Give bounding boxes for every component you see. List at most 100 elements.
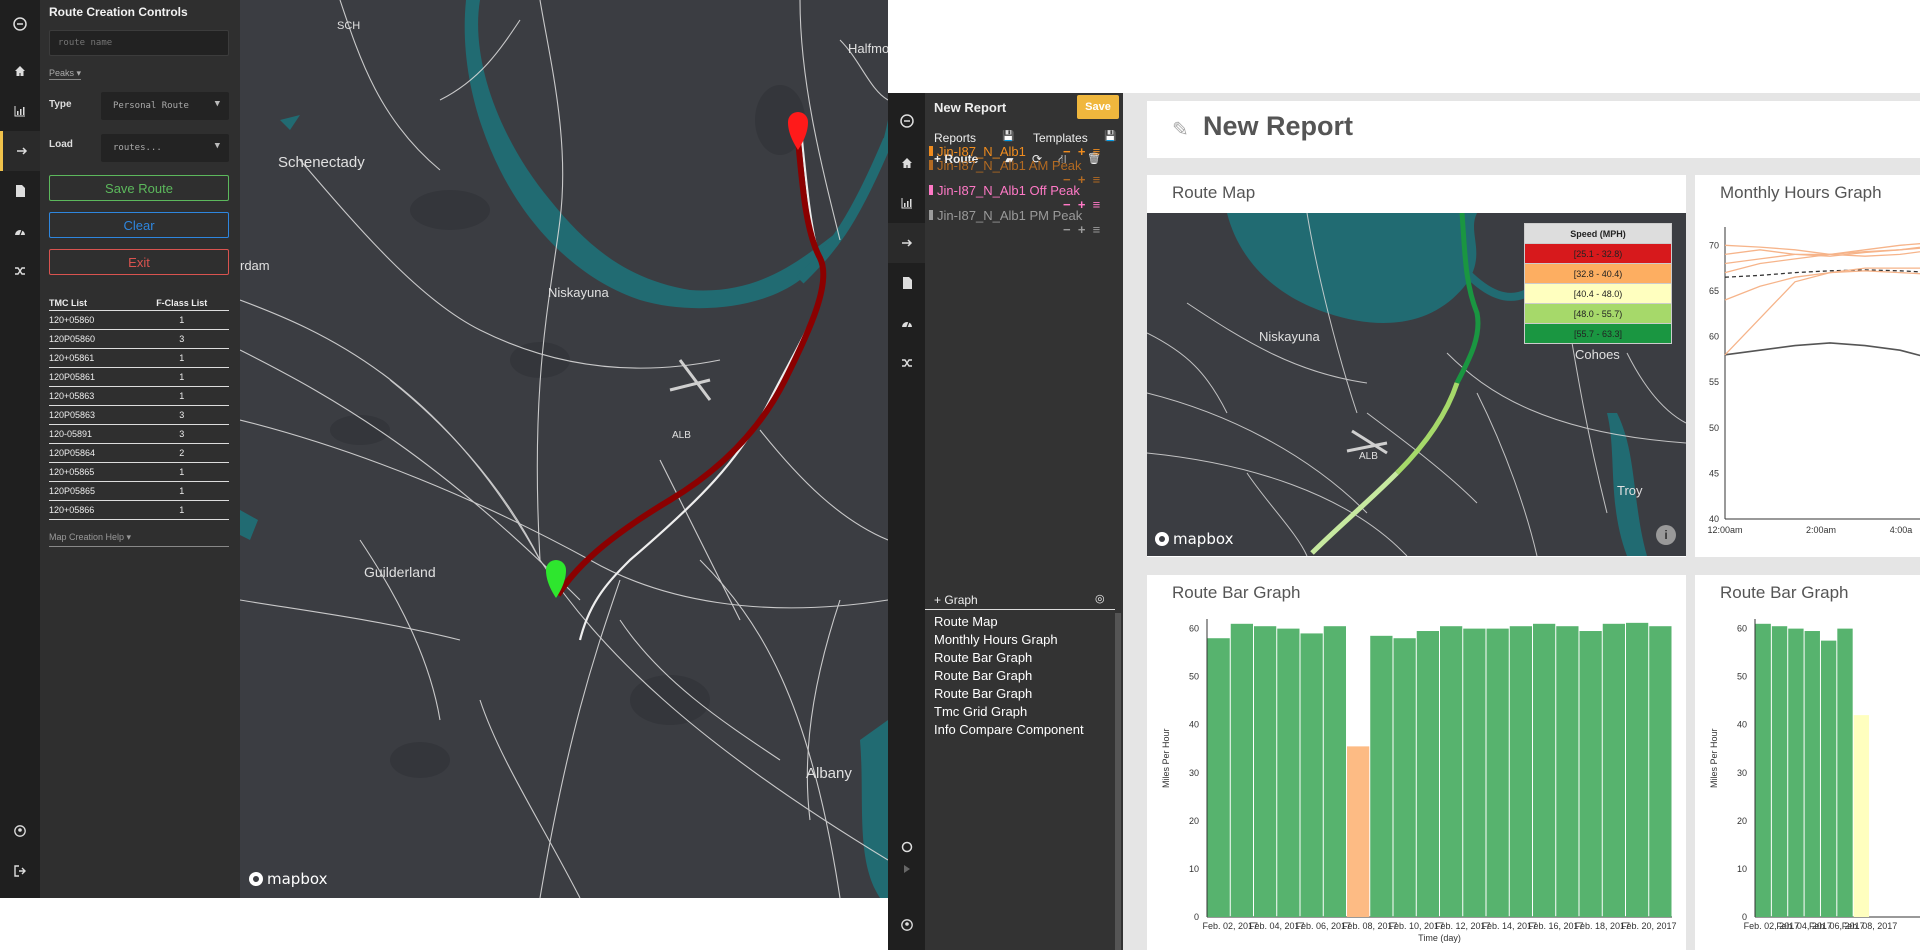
tmc-row[interactable]: 120P05865 1: [49, 481, 229, 501]
reports-save-icon[interactable]: 💾: [1002, 131, 1014, 142]
reports-label[interactable]: Reports: [934, 131, 976, 145]
eye-slash-icon[interactable]: ◎: [1095, 592, 1105, 605]
tmc-row[interactable]: 120+05863 1: [49, 386, 229, 406]
tmc-row[interactable]: 120+05861 1: [49, 348, 229, 368]
route-map-small[interactable]: Niskayuna Cohoes ALB Troy Speed (MPH) [2…: [1147, 213, 1686, 556]
mapbox-brand: mapbox: [1173, 530, 1234, 548]
y-tick-label: 65: [1709, 286, 1719, 296]
y-tick-label: 55: [1709, 377, 1719, 387]
route-list-item[interactable]: Jin-I87_N_Alb1 Off Peak − + ≡: [925, 183, 1123, 212]
graph-list-item[interactable]: Tmc Grid Graph: [934, 703, 1084, 721]
x-tick-label: Feb. 08, 2017: [1842, 921, 1898, 931]
map-creation-help[interactable]: Map Creation Help ▾: [49, 532, 229, 547]
report-title[interactable]: New Report: [1203, 111, 1353, 142]
mapbox-logo: mapbox: [1155, 530, 1233, 548]
tmc-code: 120+05863: [49, 386, 135, 406]
plus-icon[interactable]: +: [1078, 144, 1086, 159]
sign-out-icon[interactable]: [0, 851, 40, 891]
bar: [1820, 640, 1837, 917]
chart-icon[interactable]: [0, 91, 40, 131]
monthly-hours-card: Monthly Hours Graph 40 45 50 55 60 65 70 12:00a…: [1695, 175, 1920, 557]
fclass-value: 3: [134, 329, 229, 349]
series-line: [1724, 267, 1920, 356]
speed-legend-row: [25.1 - 32.8): [1524, 243, 1672, 264]
route-bar-chart-2[interactable]: Miles Per Hour0102030405060Feb. 02, 2017…: [1695, 607, 1920, 950]
graph-list-item[interactable]: Route Map: [934, 613, 1084, 631]
tmc-row[interactable]: 120+05865 1: [49, 462, 229, 482]
shuffle-icon[interactable]: [0, 251, 40, 291]
route-bar-chart-1[interactable]: Miles Per Hour0102030405060Feb. 02, 2017…: [1147, 607, 1686, 950]
x-tick-label: 12:00am: [1707, 525, 1742, 535]
x-tick-label: Feb. 20, 2017: [1621, 921, 1677, 931]
type-select[interactable]: Personal Route ▼: [101, 92, 229, 120]
plus-icon[interactable]: +: [1078, 222, 1086, 237]
route-map-large[interactable]: SCH Halfmoon Schenectady rdam Niskayuna …: [240, 0, 888, 898]
pencil-icon[interactable]: ✎: [1172, 117, 1189, 142]
bar: [1837, 628, 1853, 917]
route-bar-card-2: Route Bar Graph Miles Per Hour 0 10 20 30 40 5…: [1695, 575, 1920, 950]
fclass-value: 1: [134, 481, 229, 501]
graph-list-scrollbar[interactable]: [1115, 613, 1121, 950]
arrow-right-icon[interactable]: [0, 131, 40, 171]
route-name: Jin-I87_N_Alb1 Off Peak: [937, 183, 1080, 198]
route-list-item[interactable]: Jin-I87_N_Alb1 AM Peak − + ≡: [925, 158, 1123, 187]
add-graph-button[interactable]: + Graph: [934, 593, 978, 607]
play-icon[interactable]: [888, 849, 925, 889]
tmc-row[interactable]: 120P05860 3: [49, 329, 229, 349]
home-icon[interactable]: [888, 143, 925, 183]
clear-button[interactable]: Clear: [49, 212, 229, 238]
document-icon[interactable]: [0, 171, 40, 211]
user-icon[interactable]: [888, 905, 925, 945]
graph-list-item[interactable]: Info Compare Component: [934, 721, 1084, 739]
x-tick-label: 4:00a: [1890, 525, 1913, 535]
exit-button[interactable]: Exit: [49, 249, 229, 275]
tmc-row[interactable]: 120-05891 3: [49, 424, 229, 444]
plus-icon: +: [934, 593, 942, 607]
logo-icon[interactable]: [888, 101, 925, 141]
graph-list-item[interactable]: Route Bar Graph: [934, 685, 1084, 703]
graph-list-item[interactable]: Route Bar Graph: [934, 649, 1084, 667]
tmc-row[interactable]: 120P05864 2: [49, 443, 229, 463]
type-label: Type: [49, 99, 72, 110]
route-list-item[interactable]: Jin-I87_N_Alb1 PM Peak − + ≡: [925, 208, 1123, 237]
arrow-right-icon[interactable]: [888, 223, 925, 263]
monthly-hours-chart[interactable]: 40 45 50 55 60 65 70 12:00am 2:00am 4:00a: [1695, 213, 1920, 556]
menu-icon[interactable]: ≡: [1093, 222, 1101, 237]
small-map-label-troy: Troy: [1617, 483, 1643, 498]
graph-list-item[interactable]: Monthly Hours Graph: [934, 631, 1084, 649]
route-name-input[interactable]: [49, 30, 229, 56]
save-route-button[interactable]: Save Route: [49, 175, 229, 201]
tmc-row[interactable]: 120P05861 1: [49, 367, 229, 387]
document-icon[interactable]: [888, 263, 925, 303]
templates-label[interactable]: Templates: [1033, 131, 1088, 145]
route-list-item[interactable]: Jin-I87_N_Alb1 − + ≡: [925, 144, 1123, 159]
save-button[interactable]: Save: [1077, 95, 1119, 119]
info-icon[interactable]: i: [1656, 525, 1676, 545]
tmc-row[interactable]: 120P05863 3: [49, 405, 229, 425]
tmc-row[interactable]: 120+05860 1: [49, 310, 229, 330]
y-tick-label: 30: [1189, 768, 1199, 778]
templates-save-icon[interactable]: 💾: [1104, 131, 1116, 142]
route-bar-title-1: Route Bar Graph: [1172, 583, 1301, 602]
report-title-card: ✎ New Report: [1147, 101, 1920, 158]
load-select[interactable]: routes... ▼: [101, 134, 229, 162]
bar: [1771, 626, 1788, 917]
shuffle-icon[interactable]: [888, 343, 925, 383]
minus-icon[interactable]: −: [1063, 144, 1071, 159]
mapbox-brand: mapbox: [267, 870, 328, 888]
tmc-row[interactable]: 120+05866 1: [49, 500, 229, 520]
graph-list-item[interactable]: Route Bar Graph: [934, 667, 1084, 685]
peaks-dropdown[interactable]: Peaks ▾: [49, 68, 82, 80]
logo-icon[interactable]: [0, 4, 40, 44]
dashboard-icon[interactable]: [888, 303, 925, 343]
user-icon[interactable]: [0, 811, 40, 851]
dashboard-icon[interactable]: [0, 211, 40, 251]
home-icon[interactable]: [0, 51, 40, 91]
bar: [1370, 635, 1393, 917]
bar: [1300, 633, 1323, 917]
tmc-table: TMC List F-Class List 120+05860 1 120P0586…: [49, 296, 229, 520]
menu-icon[interactable]: ≡: [1093, 144, 1101, 159]
chart-icon[interactable]: [888, 183, 925, 223]
minus-icon[interactable]: −: [1063, 222, 1071, 237]
tmc-code: 120P05863: [49, 405, 135, 425]
